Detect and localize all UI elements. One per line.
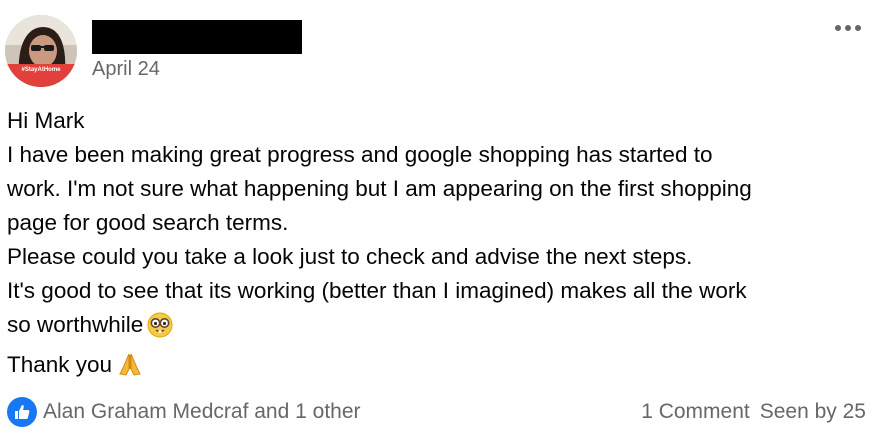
- message-line: I have been making great progress and go…: [7, 142, 713, 167]
- avatar[interactable]: #StayAtHome: [5, 15, 77, 87]
- message-line: It's good to see that its working (bette…: [7, 278, 747, 303]
- post-stats: 1 Comment Seen by 25: [641, 400, 866, 424]
- message-line: work. I'm not sure what happening but I …: [7, 176, 752, 201]
- nerd-face-emoji: [147, 312, 173, 348]
- more-options-button[interactable]: [830, 14, 866, 42]
- more-horizontal-icon: [835, 25, 841, 31]
- like-icon: [7, 397, 37, 427]
- message-line: Thank you: [7, 352, 113, 377]
- reactors-label: Alan Graham Medcraf and 1 other: [43, 400, 361, 423]
- comments-count-link[interactable]: 1 Comment: [641, 400, 750, 424]
- message-line: Please could you take a look just to che…: [7, 244, 693, 269]
- post-message: Hi Mark I have been making great progres…: [7, 104, 869, 388]
- folded-hands-emoji: [116, 350, 144, 388]
- post-date[interactable]: April 24: [92, 58, 160, 81]
- message-line: Hi Mark: [7, 108, 85, 133]
- seen-by-link[interactable]: Seen by 25: [760, 400, 866, 424]
- avatar-badge: #StayAtHome: [21, 67, 61, 73]
- message-line: page for good search terms.: [7, 210, 289, 235]
- avatar-photo: [5, 15, 77, 87]
- reactions-summary[interactable]: Alan Graham Medcraf and 1 other: [7, 397, 361, 427]
- message-line: so worthwhile: [7, 312, 144, 337]
- redacted-author-name: [92, 20, 302, 54]
- post-footer: Alan Graham Medcraf and 1 other 1 Commen…: [7, 392, 866, 432]
